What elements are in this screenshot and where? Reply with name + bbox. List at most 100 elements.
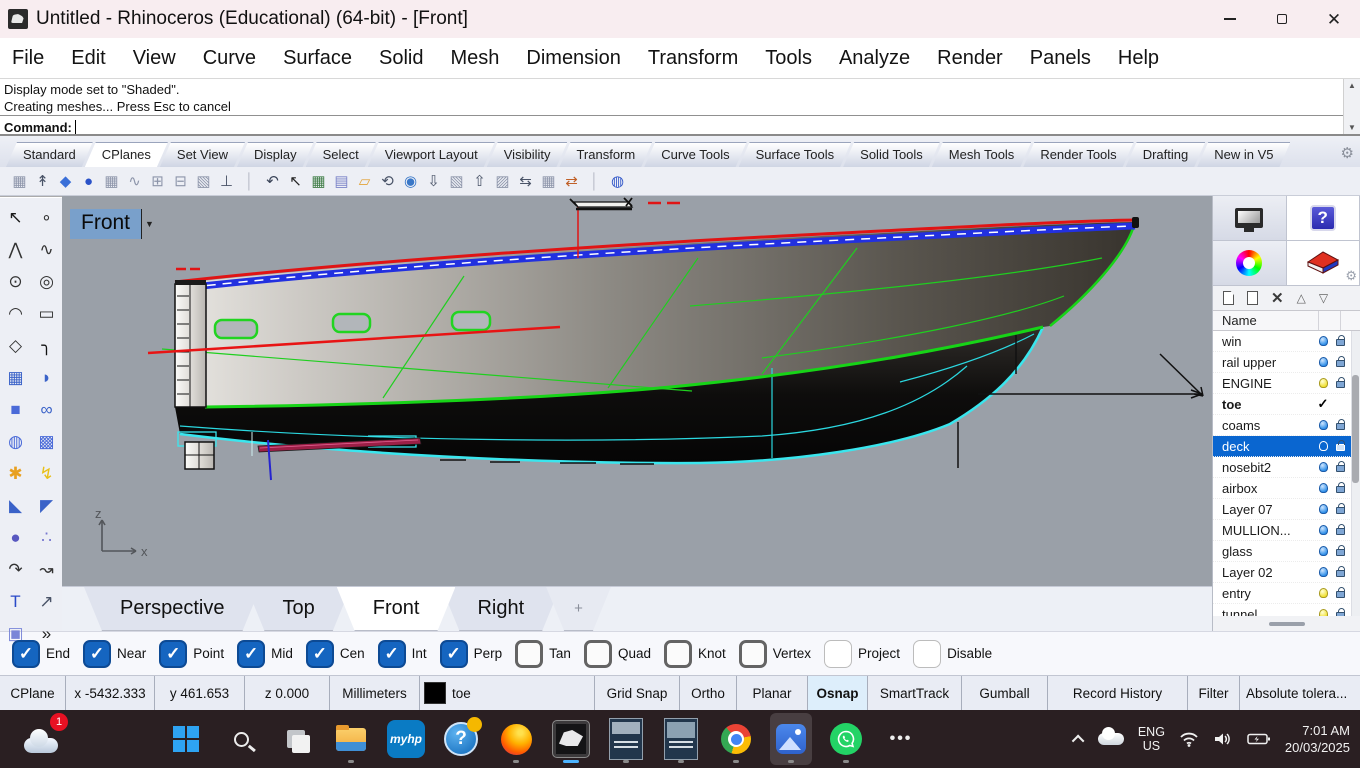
- osnap-checkbox[interactable]: [83, 640, 111, 668]
- toolbar-tab[interactable]: Mesh Tools: [932, 142, 1032, 167]
- status-cell[interactable]: Osnap: [808, 676, 868, 710]
- layer-name[interactable]: glass: [1222, 544, 1312, 559]
- layer-visibility-bulb-icon[interactable]: [1319, 441, 1328, 451]
- osnap-checkbox[interactable]: [237, 640, 265, 668]
- tool-icon[interactable]: ◎: [31, 272, 62, 292]
- tool-icon[interactable]: ■: [0, 400, 31, 420]
- toolbar-icon[interactable]: ▧: [192, 174, 215, 189]
- layer-visibility-bulb-icon[interactable]: [1319, 567, 1328, 577]
- toolbar-tab[interactable]: Viewport Layout: [368, 142, 495, 167]
- menu-item[interactable]: Solid: [379, 47, 423, 70]
- osnap-option[interactable]: Knot: [664, 640, 726, 668]
- toolbar-tab[interactable]: Render Tools: [1023, 142, 1133, 167]
- tool-icon[interactable]: ↖: [0, 208, 31, 228]
- viewport-tab[interactable]: +: [546, 587, 611, 631]
- tool-icon[interactable]: ⋀: [0, 240, 31, 260]
- toolbar-icon[interactable]: ↶: [261, 174, 284, 189]
- status-cell[interactable]: y 461.653: [155, 676, 245, 710]
- layer-row[interactable]: win: [1213, 331, 1360, 352]
- layer-name[interactable]: entry: [1222, 586, 1312, 601]
- layer-lock-icon[interactable]: [1336, 486, 1345, 493]
- toolbar-icon[interactable]: │: [238, 174, 261, 189]
- start-button[interactable]: [165, 713, 207, 765]
- toolbar-tab[interactable]: Set View: [160, 142, 245, 167]
- close-button[interactable]: ✕: [1308, 0, 1360, 38]
- tool-icon[interactable]: ▭: [31, 304, 62, 324]
- layer-lock-icon[interactable]: [1336, 360, 1345, 367]
- viewport-tab[interactable]: Perspective: [84, 587, 261, 631]
- tool-icon[interactable]: ↗: [31, 592, 62, 612]
- chrome-button[interactable]: [715, 713, 757, 765]
- panel-tab-colors[interactable]: [1213, 241, 1287, 286]
- tool-icon[interactable]: ⊙: [0, 272, 31, 292]
- panel-tab-help[interactable]: ?: [1287, 196, 1360, 241]
- osnap-option[interactable]: Point: [159, 640, 224, 668]
- layer-row[interactable]: tunnel: [1213, 604, 1360, 616]
- layer-visibility-bulb-icon[interactable]: [1319, 609, 1328, 616]
- layer-row[interactable]: nosebit2: [1213, 457, 1360, 478]
- toolbar-tab[interactable]: Transform: [559, 142, 652, 167]
- toolbar-tab[interactable]: Surface Tools: [739, 142, 852, 167]
- volume-icon[interactable]: [1213, 731, 1233, 747]
- layer-lock-icon[interactable]: [1336, 465, 1345, 472]
- osnap-checkbox[interactable]: [664, 640, 692, 668]
- whatsapp-button[interactable]: [825, 713, 867, 765]
- menu-item[interactable]: File: [12, 47, 44, 70]
- taskbar-overflow-button[interactable]: •••: [880, 713, 922, 765]
- toolbar-icon[interactable]: ⇆: [514, 174, 537, 189]
- toolbar-tab[interactable]: Standard: [6, 142, 93, 167]
- restore-button[interactable]: [1256, 0, 1308, 38]
- osnap-option[interactable]: Int: [378, 640, 427, 668]
- osnap-checkbox[interactable]: [584, 640, 612, 668]
- status-cell[interactable]: Record History: [1048, 676, 1188, 710]
- viewport-title-label[interactable]: Front: [70, 209, 141, 239]
- toolbar-icon[interactable]: ●: [77, 174, 100, 189]
- toolbar-tab[interactable]: CPlanes: [85, 142, 168, 167]
- osnap-checkbox[interactable]: [739, 640, 767, 668]
- menu-item[interactable]: Surface: [283, 47, 352, 70]
- layer-visibility-bulb-icon[interactable]: [1319, 546, 1328, 556]
- layer-name[interactable]: ENGINE: [1222, 376, 1312, 391]
- osnap-checkbox[interactable]: [440, 640, 468, 668]
- toolbar-icon[interactable]: ▦: [307, 174, 330, 189]
- toolbar-icon[interactable]: ▨: [491, 174, 514, 189]
- layer-visibility-bulb-icon[interactable]: [1319, 483, 1328, 493]
- layer-row[interactable]: airbox: [1213, 478, 1360, 499]
- toolbar-tab[interactable]: Display: [237, 142, 314, 167]
- layer-name[interactable]: win: [1222, 334, 1312, 349]
- tool-icon[interactable]: ↝: [31, 560, 62, 580]
- status-cell[interactable]: CPlane: [0, 676, 66, 710]
- wifi-icon[interactable]: [1179, 731, 1199, 747]
- toolbar-icon[interactable]: ∿: [123, 174, 146, 189]
- tool-icon[interactable]: ●: [0, 528, 31, 548]
- menu-item[interactable]: Help: [1118, 47, 1159, 70]
- layer-lock-icon[interactable]: [1336, 549, 1345, 556]
- layer-visibility-bulb-icon[interactable]: [1319, 504, 1328, 514]
- osnap-checkbox[interactable]: [378, 640, 406, 668]
- layer-name[interactable]: coams: [1222, 418, 1312, 433]
- status-cell[interactable]: z 0.000: [245, 676, 330, 710]
- layer-name[interactable]: airbox: [1222, 481, 1312, 496]
- viewport-tab[interactable]: Right: [441, 587, 560, 631]
- osnap-checkbox[interactable]: [12, 640, 40, 668]
- osnap-option[interactable]: Perp: [440, 640, 503, 668]
- layer-name[interactable]: deck: [1222, 439, 1312, 454]
- chevron-down-icon[interactable]: ▼: [141, 209, 157, 239]
- layer-lock-icon[interactable]: [1336, 570, 1345, 577]
- toolbar-icon[interactable]: ⇧: [468, 174, 491, 189]
- tool-icon[interactable]: ▩: [31, 432, 62, 452]
- tool-icon[interactable]: ∘: [31, 208, 62, 228]
- status-cell[interactable]: SmartTrack: [868, 676, 962, 710]
- toolbar-icon[interactable]: ⊞: [146, 174, 169, 189]
- menu-item[interactable]: Edit: [71, 47, 105, 70]
- file-explorer-button[interactable]: [330, 713, 372, 765]
- status-cell[interactable]: Planar: [737, 676, 808, 710]
- minimize-button[interactable]: [1204, 0, 1256, 38]
- toolbar-tab[interactable]: New in V5: [1197, 142, 1290, 167]
- command-prompt[interactable]: Command:: [0, 115, 1360, 136]
- tool-icon[interactable]: ◗: [31, 368, 62, 388]
- scroll-up-icon[interactable]: ▲: [1348, 81, 1356, 90]
- layer-name[interactable]: tunnel: [1222, 607, 1312, 617]
- osnap-option[interactable]: Cen: [306, 640, 365, 668]
- menu-item[interactable]: Tools: [765, 47, 812, 70]
